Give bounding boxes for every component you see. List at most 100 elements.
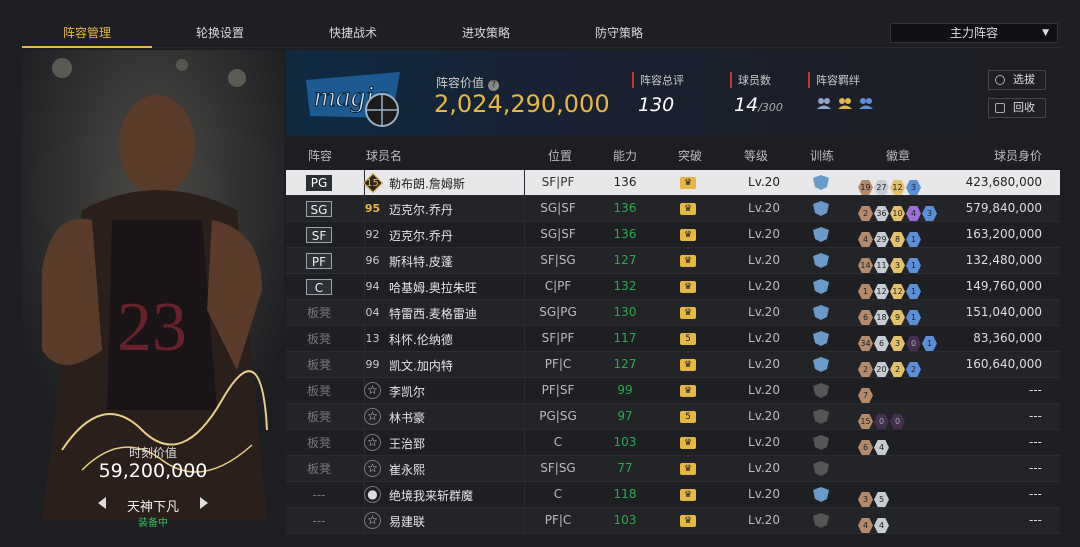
player-name[interactable]: 迈克尔.乔丹: [389, 227, 453, 244]
tab-lineup[interactable]: 阵容管理: [22, 18, 152, 48]
breach-icon[interactable]: [680, 359, 696, 371]
synergy-icon-3[interactable]: [858, 96, 874, 110]
synergy-icon-1[interactable]: [816, 96, 832, 110]
select-button[interactable]: 选拔: [988, 70, 1046, 90]
badge-icon[interactable]: 1: [906, 258, 921, 273]
tab-defense[interactable]: 防守策略: [554, 18, 684, 48]
breach-icon[interactable]: [680, 229, 696, 241]
tab-quick-tactics[interactable]: 快捷战术: [288, 18, 418, 48]
breach-icon[interactable]: [680, 385, 696, 397]
tab-offense[interactable]: 进攻策略: [421, 18, 551, 48]
badge-icon[interactable]: 15: [858, 414, 873, 429]
table-row[interactable]: PF 96 斯科特.皮蓬 SF|SG 127 Lv.20 141131 132,…: [286, 248, 1060, 274]
training-icon[interactable]: [812, 227, 830, 242]
badge-icon[interactable]: 5: [874, 492, 889, 507]
badge-icon[interactable]: 36: [874, 206, 889, 221]
breach-icon[interactable]: [680, 307, 696, 319]
badge-icon[interactable]: 2: [890, 362, 905, 377]
table-row[interactable]: PG 15 勒布朗.詹姆斯 SF|PF 136 Lv.20 1927123 42…: [286, 170, 1060, 196]
slot-label[interactable]: PF: [306, 253, 332, 269]
training-icon[interactable]: [812, 487, 830, 502]
badge-icon[interactable]: 1: [906, 284, 921, 299]
player-name[interactable]: 科怀.伦纳德: [389, 331, 453, 348]
badge-icon[interactable]: 6: [874, 336, 889, 351]
breach-icon[interactable]: [680, 463, 696, 475]
training-icon[interactable]: [812, 175, 830, 190]
badge-icon[interactable]: 3: [890, 258, 905, 273]
badge-icon[interactable]: 4: [858, 232, 873, 247]
badge-icon[interactable]: 0: [890, 414, 905, 429]
table-row[interactable]: 板凳 ☆ 王治郅 C 103 Lv.20 64 ---: [286, 430, 1060, 456]
badge-icon[interactable]: 3: [906, 180, 921, 195]
badge-icon[interactable]: 1: [906, 232, 921, 247]
badge-icon[interactable]: 7: [858, 388, 873, 403]
prev-arrow-icon[interactable]: [98, 497, 106, 509]
training-icon[interactable]: [812, 513, 830, 528]
badge-icon[interactable]: 2: [858, 362, 873, 377]
slot-label[interactable]: 板凳: [306, 383, 332, 399]
badge-icon[interactable]: 4: [906, 206, 921, 221]
badge-icon[interactable]: 4: [874, 440, 889, 455]
slot-label[interactable]: 板凳: [306, 461, 332, 477]
breach-icon[interactable]: [680, 489, 696, 501]
breach-icon[interactable]: [680, 255, 696, 267]
table-row[interactable]: 板凳 ☆ 李凯尔 PF|SF 99 Lv.20 7 ---: [286, 378, 1060, 404]
slot-label[interactable]: 板凳: [306, 357, 332, 373]
badge-icon[interactable]: 10: [890, 206, 905, 221]
badge-icon[interactable]: 4: [858, 518, 873, 533]
slot-label[interactable]: ---: [306, 487, 332, 503]
table-row[interactable]: 板凳 99 凯文.加内特 PF|C 127 Lv.20 22022 160,64…: [286, 352, 1060, 378]
tab-rotation[interactable]: 轮换设置: [155, 18, 285, 48]
player-name[interactable]: 特雷西.麦格雷迪: [389, 305, 477, 322]
player-name[interactable]: 凯文.加内特: [389, 357, 453, 374]
slot-label[interactable]: ---: [306, 513, 332, 529]
badge-icon[interactable]: 3: [922, 206, 937, 221]
badge-icon[interactable]: 3: [858, 492, 873, 507]
player-name[interactable]: 王治郅: [389, 435, 425, 452]
badge-icon[interactable]: 12: [890, 284, 905, 299]
badge-icon[interactable]: 20: [874, 362, 889, 377]
badge-icon[interactable]: 3: [890, 336, 905, 351]
training-icon[interactable]: [812, 253, 830, 268]
badge-icon[interactable]: 8: [890, 232, 905, 247]
badge-icon[interactable]: 6: [858, 310, 873, 325]
breach-icon[interactable]: [680, 203, 696, 215]
table-row[interactable]: 板凳 ☆ 崔永熙 SF|SG 77 Lv.20 ---: [286, 456, 1060, 482]
badge-icon[interactable]: 6: [858, 440, 873, 455]
table-row[interactable]: C 94 哈基姆.奥拉朱旺 C|PF 132 Lv.20 112121 149,…: [286, 274, 1060, 300]
badge-icon[interactable]: 14: [858, 258, 873, 273]
breach-icon[interactable]: 5: [680, 333, 696, 345]
slot-label[interactable]: PG: [306, 175, 332, 191]
player-card[interactable]: 23 时刻价值 59,200,000 天神下凡 装备中: [22, 50, 284, 540]
player-name[interactable]: 林书豪: [389, 409, 425, 426]
slot-label[interactable]: 板凳: [306, 331, 332, 347]
training-icon[interactable]: [812, 305, 830, 320]
badge-icon[interactable]: 9: [890, 310, 905, 325]
player-name[interactable]: 哈基姆.奥拉朱旺: [389, 279, 477, 296]
badge-icon[interactable]: 2: [906, 362, 921, 377]
slot-label[interactable]: 板凳: [306, 409, 332, 425]
player-name[interactable]: 绝境我来斩群魔: [389, 487, 473, 504]
badge-icon[interactable]: 1: [922, 336, 937, 351]
player-name[interactable]: 勒布朗.詹姆斯: [389, 175, 465, 192]
table-row[interactable]: 板凳 ☆ 林书豪 PG|SG 97 5 Lv.20 15 0 0 ---: [286, 404, 1060, 430]
lineup-select[interactable]: 主力阵容 ▼: [890, 23, 1058, 43]
training-icon[interactable]: [812, 383, 830, 398]
badge-icon[interactable]: 27: [874, 180, 889, 195]
training-icon[interactable]: [812, 409, 830, 424]
training-icon[interactable]: [812, 461, 830, 476]
badge-icon[interactable]: 0: [906, 336, 921, 351]
table-row[interactable]: --- ● 绝境我来斩群魔 C 118 Lv.20 35 ---: [286, 482, 1060, 508]
badge-icon[interactable]: 12: [874, 284, 889, 299]
badge-icon[interactable]: 0: [874, 414, 889, 429]
badge-icon[interactable]: 2: [858, 206, 873, 221]
player-name[interactable]: 斯科特.皮蓬: [389, 253, 453, 270]
slot-label[interactable]: C: [306, 279, 332, 295]
badge-icon[interactable]: 18: [874, 310, 889, 325]
slot-label[interactable]: 板凳: [306, 435, 332, 451]
table-row[interactable]: 板凳 13 科怀.伦纳德 SF|PF 117 5 Lv.20 34 6 3 0 1 83…: [286, 326, 1060, 352]
badge-icon[interactable]: 34: [858, 336, 873, 351]
breach-icon[interactable]: [680, 437, 696, 449]
player-name[interactable]: 迈克尔.乔丹: [389, 201, 453, 218]
badge-icon[interactable]: 4: [874, 518, 889, 533]
